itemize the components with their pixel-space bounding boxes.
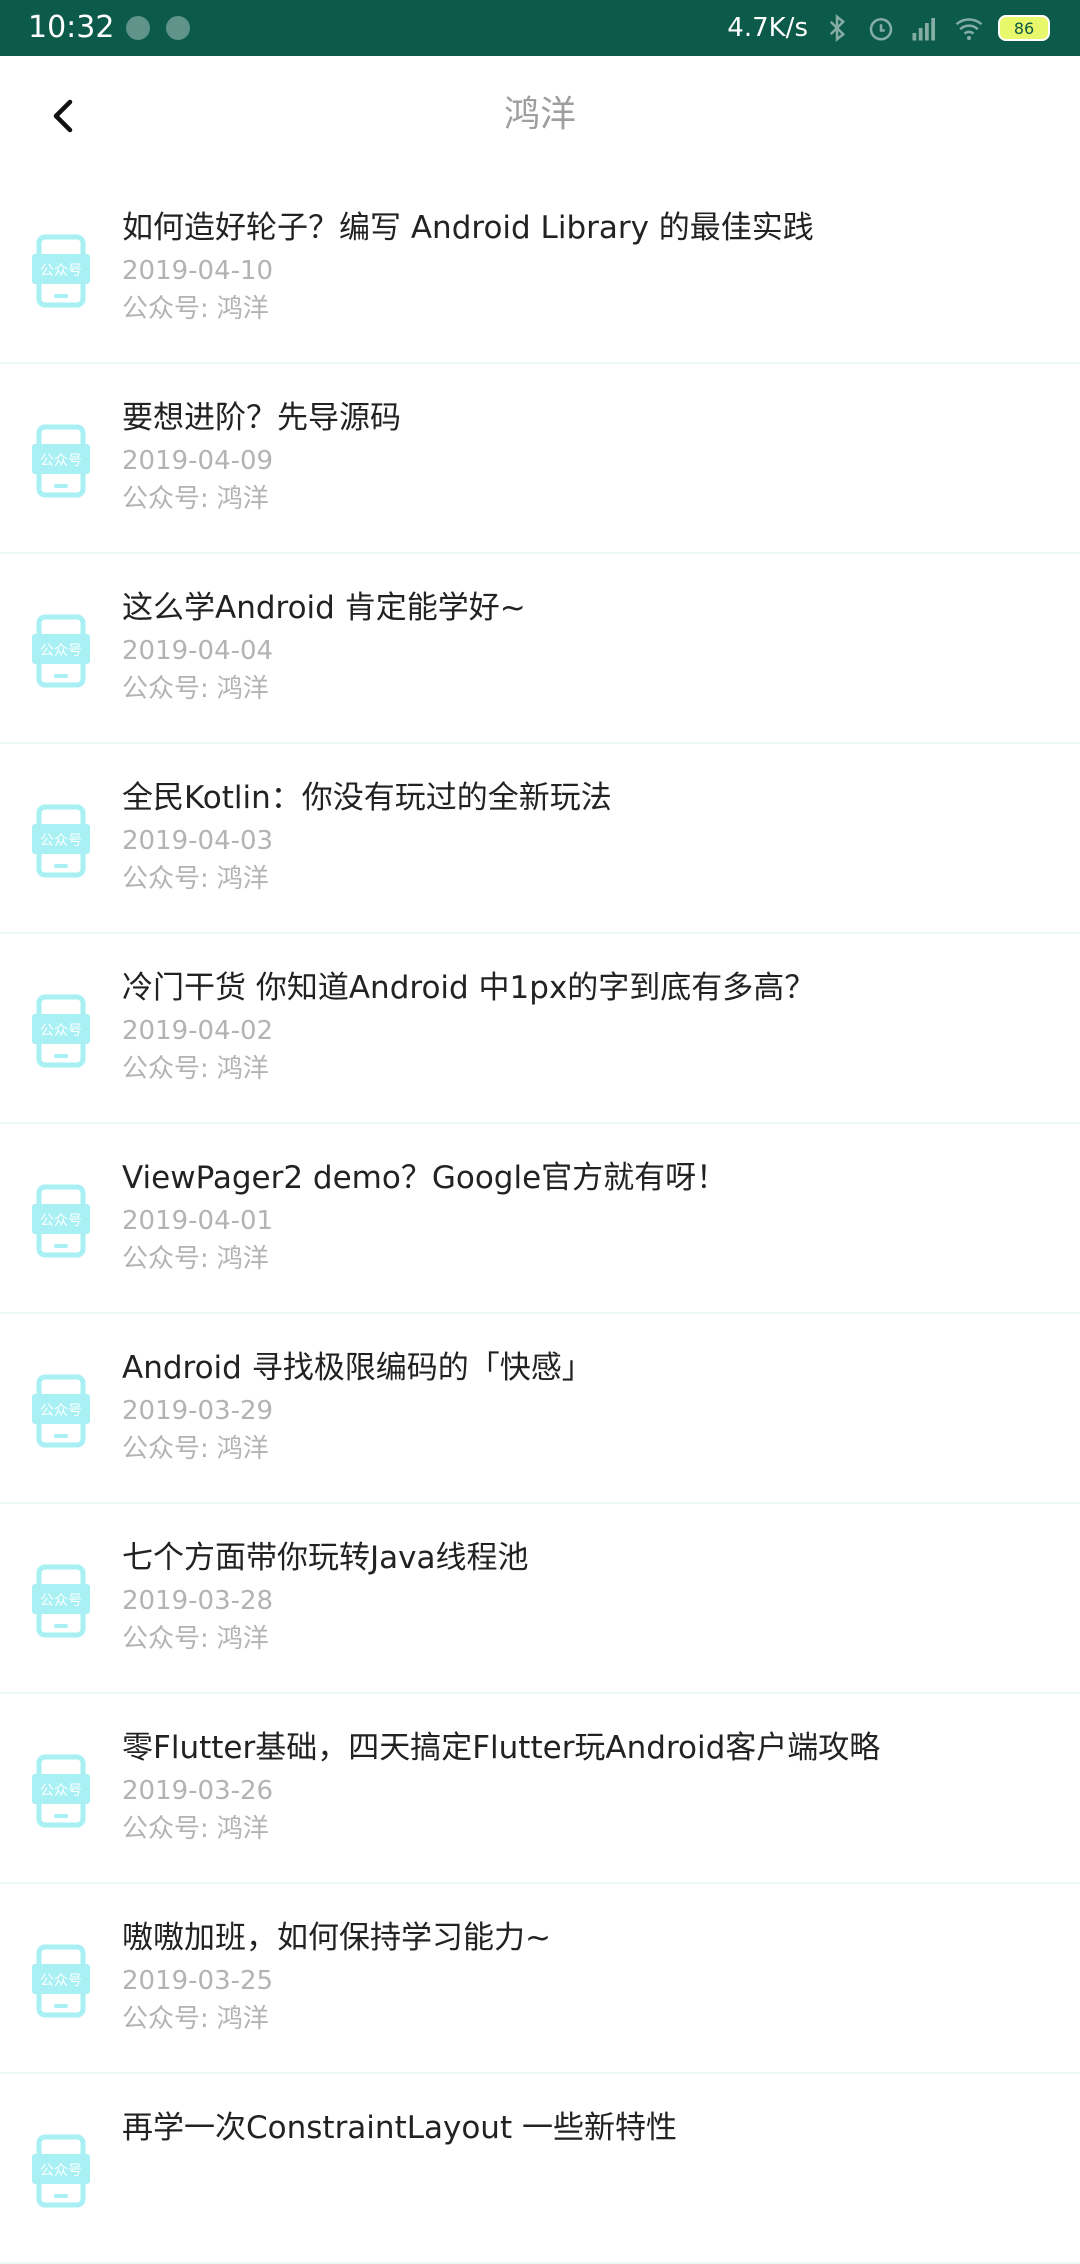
status-bar: 10:32 4.7K/s 86 (0, 0, 1080, 56)
network-speed: 4.7K/s (727, 13, 808, 43)
article-title: 全民Kotlin：你没有玩过的全新玩法 (122, 780, 612, 816)
author-name: 鸿洋 (216, 484, 269, 514)
app-bar: 鸿洋 (0, 56, 1080, 174)
article-title: ViewPager2 demo？Google官方就有呀！ (122, 1160, 728, 1196)
author-prefix: 公众号: (122, 1054, 209, 1084)
author-name: 鸿洋 (216, 294, 269, 324)
author-prefix: 公众号: (122, 1244, 209, 1274)
author-name: 鸿洋 (216, 1434, 269, 1464)
author-prefix: 公众号: (122, 2004, 209, 2034)
wechat-official-account-icon: 公众号 (32, 1564, 90, 1638)
icon-label: 公众号 (40, 1403, 82, 1419)
icon-label: 公众号 (40, 643, 82, 659)
page-title: 鸿洋 (503, 94, 576, 135)
author-prefix: 公众号: (122, 1434, 209, 1464)
author-name: 鸿洋 (216, 1244, 269, 1274)
article-author: 公众号: 鸿洋 (122, 292, 269, 326)
article-author: 公众号: 鸿洋 (122, 672, 269, 706)
article-author: 公众号: 鸿洋 (122, 1622, 269, 1656)
list-item[interactable]: 公众号 再学一次ConstraintLayout 一些新特性 (0, 2074, 1080, 2264)
author-prefix: 公众号: (122, 294, 209, 324)
author-name: 鸿洋 (216, 2004, 269, 2034)
wechat-official-account-icon: 公众号 (32, 1944, 90, 2018)
list-item[interactable]: 公众号 要想进阶？先导源码 2019-04-09 公众号: 鸿洋 (0, 364, 1080, 554)
article-title: 零Flutter基础，四天搞定Flutter玩Android客户端攻略 (122, 1730, 881, 1766)
author-prefix: 公众号: (122, 674, 209, 704)
article-date: 2019-04-09 (122, 446, 274, 476)
status-time: 10:32 (28, 10, 115, 45)
icon-label: 公众号 (40, 1023, 82, 1039)
article-title: 如何造好轮子？编写 Android Library 的最佳实践 (122, 210, 814, 246)
wechat-official-account-icon: 公众号 (32, 1754, 90, 1828)
article-date: 2019-03-25 (122, 1966, 274, 1996)
icon-label: 公众号 (40, 1973, 82, 1989)
article-author: 公众号: 鸿洋 (122, 1812, 269, 1846)
battery-icon: 86 (998, 15, 1050, 41)
article-date: 2019-03-26 (122, 1776, 274, 1806)
list-item[interactable]: 公众号 这么学Android 肯定能学好~ 2019-04-04 公众号: 鸿洋 (0, 554, 1080, 744)
author-name: 鸿洋 (216, 674, 269, 704)
list-item[interactable]: 公众号 冷门干货 你知道Android 中1px的字到底有多高？ 2019-04… (0, 934, 1080, 1124)
article-author: 公众号: 鸿洋 (122, 1242, 269, 1276)
article-author: 公众号: 鸿洋 (122, 1052, 269, 1086)
article-date: 2019-04-04 (122, 636, 274, 666)
wechat-official-account-icon: 公众号 (32, 2134, 90, 2208)
list-item[interactable]: 公众号 Android 寻找极限编码的「快感」 2019-03-29 公众号: … (0, 1314, 1080, 1504)
wechat-official-account-icon: 公众号 (32, 994, 90, 1068)
article-author: 公众号: 鸿洋 (122, 1432, 269, 1466)
bluetooth-icon (829, 14, 846, 42)
article-author: 公众号: 鸿洋 (122, 862, 269, 896)
list-item[interactable]: 公众号 七个方面带你玩转Java线程池 2019-03-28 公众号: 鸿洋 (0, 1504, 1080, 1694)
alarm-icon (869, 18, 893, 41)
wechat-official-account-icon: 公众号 (32, 614, 90, 688)
author-prefix: 公众号: (122, 1624, 209, 1654)
article-list: 公众号 如何造好轮子？编写 Android Library 的最佳实践 2019… (0, 174, 1080, 2264)
article-title: 嗷嗷加班，如何保持学习能力~ (122, 1920, 551, 1956)
status-indicators: 4.7K/s 86 (727, 8, 1050, 48)
article-title: Android 寻找极限编码的「快感」 (122, 1350, 593, 1386)
author-prefix: 公众号: (122, 484, 209, 514)
wechat-official-account-icon: 公众号 (32, 1184, 90, 1258)
article-date: 2019-03-29 (122, 1396, 274, 1426)
wechat-official-account-icon: 公众号 (32, 804, 90, 878)
wechat-official-account-icon: 公众号 (32, 1374, 90, 1448)
author-name: 鸿洋 (216, 1054, 269, 1084)
author-prefix: 公众号: (122, 864, 209, 894)
icon-label: 公众号 (40, 2163, 82, 2179)
article-title: 再学一次ConstraintLayout 一些新特性 (122, 2110, 677, 2146)
article-date: 2019-04-01 (122, 1206, 274, 1236)
article-author: 公众号: 鸿洋 (122, 2002, 269, 2036)
list-item[interactable]: 公众号 全民Kotlin：你没有玩过的全新玩法 2019-04-03 公众号: … (0, 744, 1080, 934)
notification-icon (126, 16, 150, 40)
icon-label: 公众号 (40, 833, 82, 849)
list-item[interactable]: 公众号 零Flutter基础，四天搞定Flutter玩Android客户端攻略 … (0, 1694, 1080, 1884)
author-name: 鸿洋 (216, 1624, 269, 1654)
list-item[interactable]: 公众号 如何造好轮子？编写 Android Library 的最佳实践 2019… (0, 174, 1080, 364)
article-author: 公众号: 鸿洋 (122, 482, 269, 516)
article-title: 七个方面带你玩转Java线程池 (122, 1540, 529, 1576)
battery-level: 86 (1013, 18, 1035, 38)
article-title: 冷门干货 你知道Android 中1px的字到底有多高？ (122, 970, 816, 1006)
wechat-official-account-icon: 公众号 (32, 424, 90, 498)
article-date: 2019-04-10 (122, 256, 274, 286)
wechat-official-account-icon: 公众号 (32, 234, 90, 308)
list-item[interactable]: 公众号 嗷嗷加班，如何保持学习能力~ 2019-03-25 公众号: 鸿洋 (0, 1884, 1080, 2074)
wifi-icon (955, 18, 983, 40)
article-title: 这么学Android 肯定能学好~ (122, 590, 526, 626)
author-name: 鸿洋 (216, 1814, 269, 1844)
author-prefix: 公众号: (122, 1814, 209, 1844)
icon-label: 公众号 (40, 1213, 82, 1229)
article-date: 2019-03-28 (122, 1586, 274, 1616)
author-name: 鸿洋 (216, 864, 269, 894)
icon-label: 公众号 (40, 263, 82, 279)
icon-label: 公众号 (40, 1593, 82, 1609)
notification-icon (166, 16, 190, 40)
icon-label: 公众号 (40, 453, 82, 469)
article-date: 2019-04-03 (122, 826, 274, 856)
article-date: 2019-04-02 (122, 1016, 274, 1046)
icon-label: 公众号 (40, 1783, 82, 1799)
article-title: 要想进阶？先导源码 (122, 400, 401, 436)
list-item[interactable]: 公众号 ViewPager2 demo？Google官方就有呀！ 2019-04… (0, 1124, 1080, 1314)
signal-icon (912, 18, 935, 41)
